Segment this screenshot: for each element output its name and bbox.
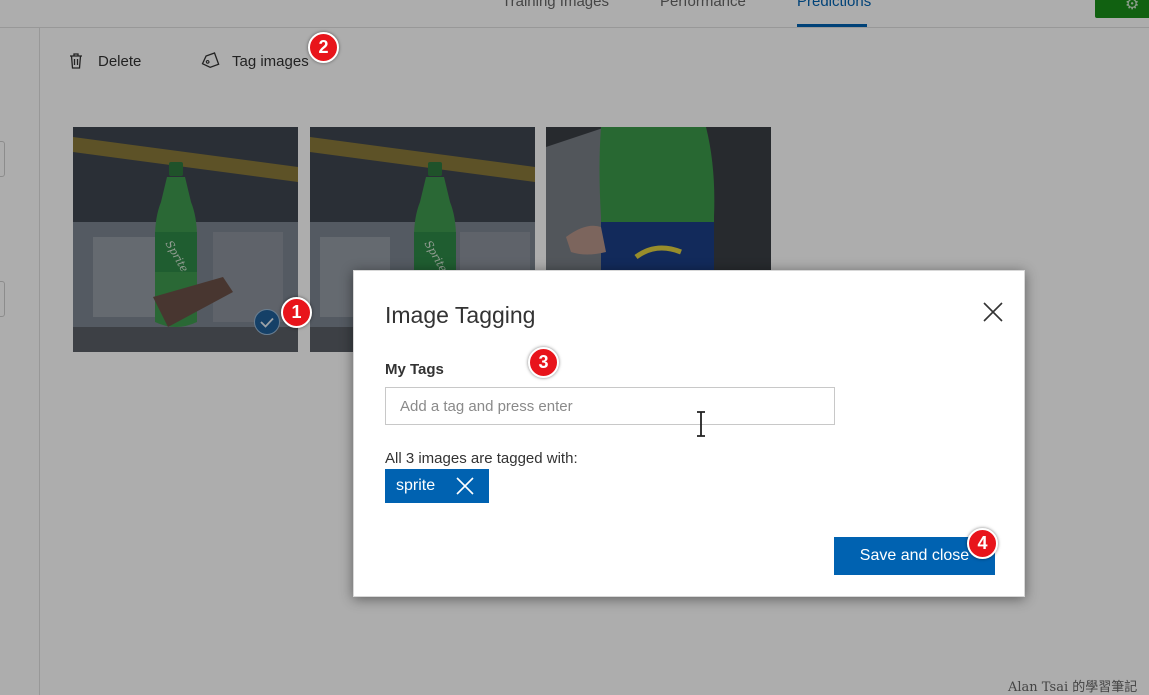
remove-tag-icon[interactable] xyxy=(455,476,475,496)
tag-input[interactable] xyxy=(385,387,835,425)
tag-chip: sprite xyxy=(385,469,490,503)
dialog-title: Image Tagging xyxy=(385,302,536,328)
close-icon[interactable] xyxy=(982,301,1004,323)
step-callout: 2 xyxy=(308,32,339,63)
watermark: Alan Tsai 的學習筆記 xyxy=(1008,680,1138,695)
my-tags-label: My Tags xyxy=(385,361,444,378)
step-callout: 1 xyxy=(281,297,312,328)
step-callout: 3 xyxy=(528,347,559,378)
tagged-summary: All 3 images are tagged with: xyxy=(385,450,578,467)
step-callout: 4 xyxy=(967,528,998,559)
tag-chip-label: sprite xyxy=(396,477,436,494)
image-tagging-dialog: Image Tagging My Tags All 3 images are t… xyxy=(353,270,1025,597)
text-cursor-icon xyxy=(697,411,705,437)
